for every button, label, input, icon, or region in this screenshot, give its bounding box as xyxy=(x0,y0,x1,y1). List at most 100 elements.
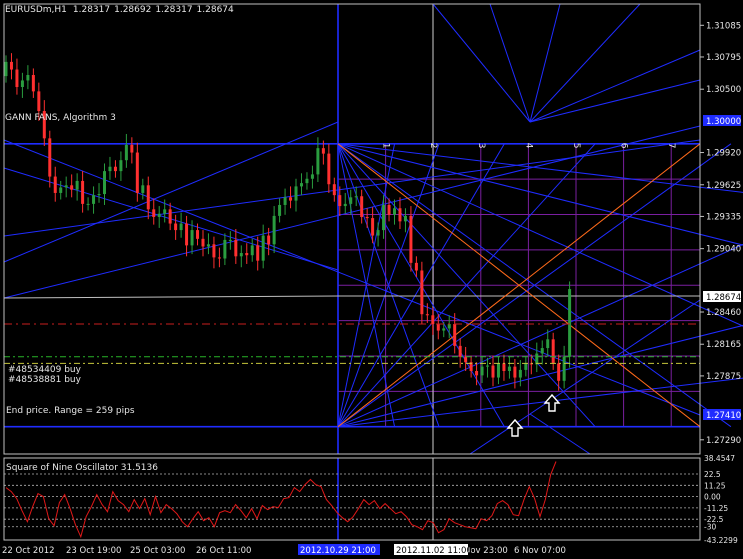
grid-number-label: 1 xyxy=(381,143,391,149)
header-close: 1.28674 xyxy=(197,5,234,15)
candle-body xyxy=(398,208,402,222)
candle-body xyxy=(119,160,123,172)
candle-body xyxy=(420,270,424,315)
oscillator-tick-label: 11.25 xyxy=(704,481,726,490)
candle-body xyxy=(261,235,265,261)
candle-body xyxy=(59,187,63,193)
time-badge-right: 2012.11.02 11:00 xyxy=(396,546,472,556)
candle-body xyxy=(425,314,429,316)
candle-body xyxy=(20,80,24,88)
header-open: 1.28317 xyxy=(73,5,110,15)
candle-body xyxy=(310,174,314,179)
candle-body xyxy=(486,365,490,367)
time-tick-label: 25 Oct 03:00 xyxy=(130,546,185,556)
candle-body xyxy=(70,185,74,190)
candle-body xyxy=(365,216,369,219)
candle-body xyxy=(108,166,112,172)
candle-body xyxy=(464,356,468,363)
candle-body xyxy=(245,253,249,256)
oscillator-tick-label: -11.25 xyxy=(704,504,728,513)
candle-body xyxy=(458,345,462,357)
candle-body xyxy=(507,366,511,371)
candle-body xyxy=(442,328,446,331)
chart-background xyxy=(0,0,743,559)
grid-number-label: 3 xyxy=(476,143,486,149)
candle-body xyxy=(179,223,183,231)
candle-body xyxy=(568,289,572,357)
end-price-label: End price. Range = 259 pips xyxy=(6,406,135,416)
candle-body xyxy=(551,339,555,364)
fan-title: GANN FANS, Algorithm 3 xyxy=(5,113,116,123)
candle-body xyxy=(75,180,79,190)
candle-body xyxy=(354,196,358,198)
oscillator-title: Square of Nine Oscillator 31.5136 xyxy=(6,463,158,473)
candle-body xyxy=(223,239,227,259)
candle-body xyxy=(535,353,539,365)
time-tick-label: 6 Nov 07:00 xyxy=(514,546,566,556)
candle-body xyxy=(299,183,303,187)
candle-body xyxy=(431,315,435,325)
candle-body xyxy=(305,178,309,184)
header-symbol: EURUSDm,H1 xyxy=(5,5,67,15)
candle-body xyxy=(146,185,150,210)
candle-body xyxy=(64,185,68,188)
order-label-2: #48538881 buy xyxy=(8,375,82,385)
candle-body xyxy=(387,204,391,215)
candle-body xyxy=(86,203,90,205)
candle-body xyxy=(513,366,517,378)
candle-body xyxy=(332,184,336,196)
header-high: 1.28692 xyxy=(114,5,151,15)
candle-body xyxy=(453,324,457,346)
candle-body xyxy=(102,171,106,195)
oscillator-tick-label: 38.4547 xyxy=(704,454,735,463)
grid-number-label: 7 xyxy=(666,143,676,149)
candle-body xyxy=(141,185,145,193)
candle-body xyxy=(113,166,117,172)
header-low: 1.28317 xyxy=(155,5,192,15)
chart-window: 1 2 3 4 5 6 7 EURUSDm,H1 1.28317 1.28692 1.28317 1… xyxy=(0,0,743,559)
time-tick-label: 22 Oct 2012 xyxy=(2,546,55,556)
candle-body xyxy=(26,74,30,81)
price-tick-label: 1.30795 xyxy=(706,53,741,63)
candle-body xyxy=(502,363,506,371)
price-tick-label: 1.28165 xyxy=(706,340,741,350)
candle-body xyxy=(475,370,479,376)
candle-body xyxy=(283,197,287,205)
candle-body xyxy=(217,257,221,259)
candle-body xyxy=(557,363,561,381)
candle-body xyxy=(316,148,320,175)
candle-body xyxy=(196,230,200,239)
candle-body xyxy=(360,196,364,217)
candle-body xyxy=(562,356,566,381)
oscillator-tick-label: 0.00 xyxy=(704,493,721,502)
candle-body xyxy=(414,262,418,271)
candle-body xyxy=(4,61,8,77)
time-tick-label: 26 Oct 11:00 xyxy=(196,546,251,556)
candle-body xyxy=(496,363,500,378)
fan-bottom-badge: 1.27410 xyxy=(706,411,741,421)
candle-body xyxy=(53,176,57,193)
candle-body xyxy=(124,144,128,161)
price-tick-label: 1.28460 xyxy=(706,308,741,318)
candle-body xyxy=(338,195,342,207)
candle-body xyxy=(540,348,544,354)
order-label-1: #48534409 buy xyxy=(8,365,82,375)
candle-body xyxy=(163,209,167,214)
candle-body xyxy=(393,208,397,215)
oscillator-tick-label: -30 xyxy=(704,523,716,532)
candle-body xyxy=(480,366,484,376)
price-tick-label: 1.27290 xyxy=(706,436,741,446)
candle-body xyxy=(546,339,550,349)
candle-body xyxy=(436,324,440,331)
price-tick-label: 1.27875 xyxy=(706,372,741,382)
candle-body xyxy=(228,239,232,241)
candle-body xyxy=(15,69,19,88)
price-tick-label: 1.29040 xyxy=(706,245,741,255)
candle-body xyxy=(157,213,161,217)
candle-body xyxy=(239,253,243,257)
price-tick-label: 1.29920 xyxy=(706,149,741,159)
candle-body xyxy=(294,186,298,201)
candle-body xyxy=(403,215,407,222)
price-tick-label: 1.29625 xyxy=(706,181,741,191)
candle-body xyxy=(206,244,210,247)
